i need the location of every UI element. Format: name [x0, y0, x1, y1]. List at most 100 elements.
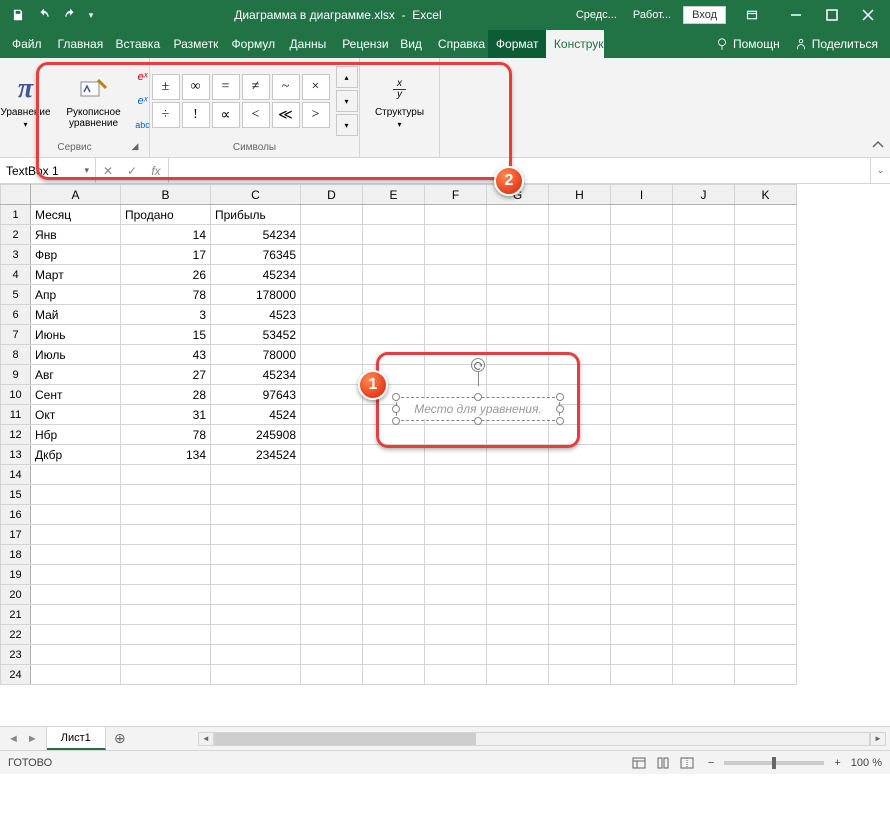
- cell-I17[interactable]: [611, 525, 673, 545]
- cell-C6[interactable]: 4523: [211, 305, 301, 325]
- cell-B11[interactable]: 31: [121, 405, 211, 425]
- cell-I13[interactable]: [611, 445, 673, 465]
- select-all-corner[interactable]: [1, 185, 31, 205]
- cell-D6[interactable]: [301, 305, 363, 325]
- rotate-handle[interactable]: [471, 358, 485, 372]
- cell-C19[interactable]: [211, 565, 301, 585]
- cell-G5[interactable]: [487, 285, 549, 305]
- cell-A6[interactable]: Май: [31, 305, 121, 325]
- cell-J2[interactable]: [673, 225, 735, 245]
- cell-E1[interactable]: [363, 205, 425, 225]
- cell-B3[interactable]: 17: [121, 245, 211, 265]
- symbols-scroll-down[interactable]: ▾: [336, 90, 358, 112]
- cell-E24[interactable]: [363, 665, 425, 685]
- cell-D17[interactable]: [301, 525, 363, 545]
- view-page-break-button[interactable]: [676, 754, 698, 772]
- cell-E18[interactable]: [363, 545, 425, 565]
- row-header-16[interactable]: 16: [1, 505, 31, 525]
- login-button[interactable]: Вход: [683, 6, 726, 24]
- cell-D10[interactable]: [301, 385, 363, 405]
- cell-J9[interactable]: [673, 365, 735, 385]
- cell-K7[interactable]: [735, 325, 797, 345]
- handle-sw[interactable]: [392, 417, 400, 425]
- cell-E2[interactable]: [363, 225, 425, 245]
- cell-J13[interactable]: [673, 445, 735, 465]
- row-header-6[interactable]: 6: [1, 305, 31, 325]
- cell-A8[interactable]: Июль: [31, 345, 121, 365]
- cell-H22[interactable]: [549, 625, 611, 645]
- cell-B14[interactable]: [121, 465, 211, 485]
- cell-E5[interactable]: [363, 285, 425, 305]
- cell-H12[interactable]: [549, 425, 611, 445]
- ink-equation-button[interactable]: Рукописное уравнение: [60, 65, 128, 137]
- row-header-3[interactable]: 3: [1, 245, 31, 265]
- cell-A21[interactable]: [31, 605, 121, 625]
- cell-F12[interactable]: [425, 425, 487, 445]
- cell-D3[interactable]: [301, 245, 363, 265]
- cell-K23[interactable]: [735, 645, 797, 665]
- symbol-cell-7[interactable]: !: [182, 102, 210, 128]
- cell-H2[interactable]: [549, 225, 611, 245]
- cell-J12[interactable]: [673, 425, 735, 445]
- cell-H5[interactable]: [549, 285, 611, 305]
- tab-view[interactable]: Вид: [392, 30, 430, 58]
- cell-G9[interactable]: [487, 365, 549, 385]
- cell-H24[interactable]: [549, 665, 611, 685]
- cell-I23[interactable]: [611, 645, 673, 665]
- cell-A5[interactable]: Апр: [31, 285, 121, 305]
- cell-A22[interactable]: [31, 625, 121, 645]
- tab-file[interactable]: Файл: [4, 30, 50, 58]
- cell-I3[interactable]: [611, 245, 673, 265]
- row-header-21[interactable]: 21: [1, 605, 31, 625]
- row-header-7[interactable]: 7: [1, 325, 31, 345]
- undo-button[interactable]: [32, 3, 56, 27]
- cell-F24[interactable]: [425, 665, 487, 685]
- cell-G24[interactable]: [487, 665, 549, 685]
- save-button[interactable]: [6, 3, 30, 27]
- cell-D23[interactable]: [301, 645, 363, 665]
- cell-J14[interactable]: [673, 465, 735, 485]
- symbol-cell-10[interactable]: ≪: [272, 102, 300, 128]
- cell-C3[interactable]: 76345: [211, 245, 301, 265]
- symbol-cell-8[interactable]: ∝: [212, 102, 240, 128]
- row-header-1[interactable]: 1: [1, 205, 31, 225]
- cell-B10[interactable]: 28: [121, 385, 211, 405]
- cell-J7[interactable]: [673, 325, 735, 345]
- cell-C14[interactable]: [211, 465, 301, 485]
- cell-G20[interactable]: [487, 585, 549, 605]
- cell-A24[interactable]: [31, 665, 121, 685]
- cell-H15[interactable]: [549, 485, 611, 505]
- minimize-button[interactable]: [778, 0, 814, 30]
- cell-G19[interactable]: [487, 565, 549, 585]
- cell-C5[interactable]: 178000: [211, 285, 301, 305]
- symbol-cell-6[interactable]: ÷: [152, 102, 180, 128]
- tab-help[interactable]: Справка: [430, 30, 488, 58]
- cell-K14[interactable]: [735, 465, 797, 485]
- cell-I19[interactable]: [611, 565, 673, 585]
- cell-B16[interactable]: [121, 505, 211, 525]
- cell-H19[interactable]: [549, 565, 611, 585]
- cell-D14[interactable]: [301, 465, 363, 485]
- cell-B18[interactable]: [121, 545, 211, 565]
- symbol-cell-4[interactable]: ~: [272, 74, 300, 100]
- cell-E6[interactable]: [363, 305, 425, 325]
- cell-J3[interactable]: [673, 245, 735, 265]
- cell-G12[interactable]: [487, 425, 549, 445]
- cell-E8[interactable]: [363, 345, 425, 365]
- maximize-button[interactable]: [814, 0, 850, 30]
- cell-G6[interactable]: [487, 305, 549, 325]
- cell-A13[interactable]: Дкбр: [31, 445, 121, 465]
- cell-C17[interactable]: [211, 525, 301, 545]
- cell-B6[interactable]: 3: [121, 305, 211, 325]
- cell-B24[interactable]: [121, 665, 211, 685]
- cell-H23[interactable]: [549, 645, 611, 665]
- cell-A4[interactable]: Март: [31, 265, 121, 285]
- column-header-A[interactable]: A: [31, 185, 121, 205]
- cell-H14[interactable]: [549, 465, 611, 485]
- cell-B19[interactable]: [121, 565, 211, 585]
- cell-I9[interactable]: [611, 365, 673, 385]
- handle-e[interactable]: [556, 405, 564, 413]
- cell-G23[interactable]: [487, 645, 549, 665]
- cell-H6[interactable]: [549, 305, 611, 325]
- symbol-cell-5[interactable]: ×: [302, 74, 330, 100]
